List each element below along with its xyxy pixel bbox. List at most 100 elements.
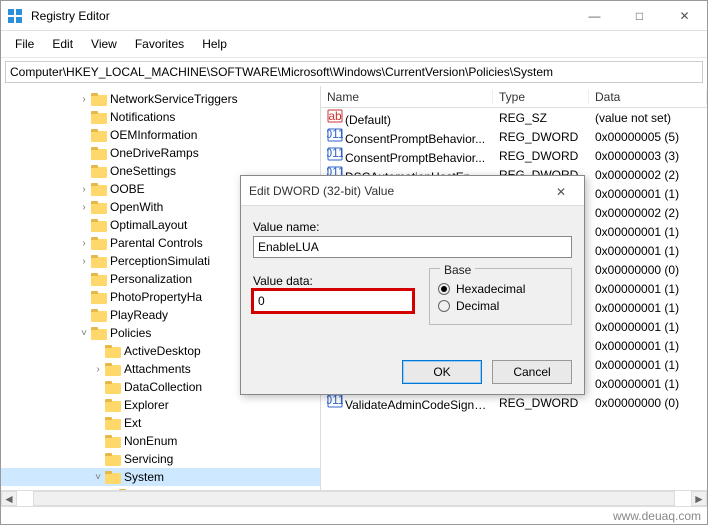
- edit-dword-dialog: Edit DWORD (32-bit) Value ✕ Value name: …: [240, 175, 585, 395]
- tree-item[interactable]: ˅System: [1, 468, 320, 486]
- tree-item[interactable]: Servicing: [1, 450, 320, 468]
- ok-button[interactable]: OK: [402, 360, 482, 384]
- menu-help[interactable]: Help: [194, 35, 235, 53]
- tree-item[interactable]: OneDriveRamps: [1, 144, 320, 162]
- tree-item-label: Servicing: [124, 452, 173, 466]
- value-name-input[interactable]: [253, 236, 572, 258]
- value-data: 0x00000001 (1): [589, 358, 707, 372]
- folder-icon: [91, 309, 107, 322]
- expander-icon[interactable]: ›: [77, 256, 91, 267]
- folder-icon: [91, 165, 107, 178]
- tree-item-label: ActiveDesktop: [124, 344, 201, 358]
- maximize-button[interactable]: □: [617, 1, 662, 31]
- tree-item-label: NetworkServiceTriggers: [110, 92, 238, 106]
- tree-item-label: NonEnum: [124, 434, 177, 448]
- reg-dword-icon: 011: [327, 393, 343, 409]
- value-name: ConsentPromptBehavior...: [345, 132, 485, 146]
- tree-item-label: Policies: [110, 326, 151, 340]
- address-bar[interactable]: Computer\HKEY_LOCAL_MACHINE\SOFTWARE\Mic…: [5, 61, 703, 83]
- close-icon: ✕: [679, 9, 689, 23]
- list-row[interactable]: 011ConsentPromptBehavior...REG_DWORD0x00…: [321, 127, 707, 146]
- h-scrollbar[interactable]: ◄ ►: [1, 490, 707, 506]
- dialog-close-button[interactable]: ✕: [546, 183, 576, 199]
- value-data-label: Value data:: [253, 274, 413, 288]
- tree-item[interactable]: › NetworkServiceTriggers: [1, 90, 320, 108]
- value-data-input[interactable]: [253, 290, 413, 312]
- svg-text:011: 011: [327, 146, 343, 160]
- tree-item[interactable]: Explorer: [1, 396, 320, 414]
- dialog-buttons: OK Cancel: [241, 354, 584, 394]
- minimize-button[interactable]: —: [572, 1, 617, 31]
- tree-item-label: OOBE: [110, 182, 145, 196]
- expander-icon[interactable]: ›: [77, 94, 91, 105]
- folder-icon: [105, 471, 121, 484]
- list-row[interactable]: 011ValidateAdminCodeSigna...REG_DWORD0x0…: [321, 393, 707, 412]
- close-icon: ✕: [556, 185, 566, 199]
- tree-item-label: OpenWith: [110, 200, 163, 214]
- tree-item-label: Explorer: [124, 398, 169, 412]
- value-name: ConsentPromptBehavior...: [345, 151, 485, 165]
- scroll-left-button[interactable]: ◄: [1, 491, 17, 506]
- reg-dword-icon: 011: [327, 127, 343, 143]
- folder-icon: [91, 291, 107, 304]
- folder-icon: [91, 147, 107, 160]
- value-data: 0x00000001 (1): [589, 377, 707, 391]
- radio-dec[interactable]: Decimal: [438, 299, 563, 313]
- value-data: 0x00000002 (2): [589, 168, 707, 182]
- value-data: (value not set): [589, 111, 707, 125]
- scroll-right-button[interactable]: ►: [691, 491, 707, 506]
- cancel-button[interactable]: Cancel: [492, 360, 572, 384]
- tree-item-label: Ext: [124, 416, 141, 430]
- folder-icon: [105, 435, 121, 448]
- close-button[interactable]: ✕: [662, 1, 707, 31]
- expander-icon[interactable]: ›: [77, 184, 91, 195]
- expander-icon[interactable]: ›: [77, 238, 91, 249]
- dialog-title-bar[interactable]: Edit DWORD (32-bit) Value ✕: [241, 176, 584, 206]
- col-type[interactable]: Type: [493, 90, 589, 104]
- folder-icon: [91, 237, 107, 250]
- tree-item-label: Parental Controls: [110, 236, 203, 250]
- list-row[interactable]: ab(Default)REG_SZ(value not set): [321, 108, 707, 127]
- value-name-label: Value name:: [253, 220, 572, 234]
- menu-edit[interactable]: Edit: [44, 35, 81, 53]
- minimize-icon: —: [589, 9, 601, 23]
- expander-icon[interactable]: ˅: [91, 472, 105, 483]
- value-data: 0x00000001 (1): [589, 282, 707, 296]
- folder-icon: [105, 381, 121, 394]
- expander-icon[interactable]: ˅: [77, 328, 91, 339]
- value-data: 0x00000000 (0): [589, 396, 707, 410]
- tree-item-label: OneSettings: [110, 164, 176, 178]
- value-type: REG_DWORD: [493, 396, 589, 410]
- list-row[interactable]: 011ConsentPromptBehavior...REG_DWORD0x00…: [321, 146, 707, 165]
- value-data: 0x00000005 (5): [589, 130, 707, 144]
- scroll-track[interactable]: [33, 491, 675, 506]
- col-name[interactable]: Name: [321, 90, 493, 104]
- menu-file[interactable]: File: [7, 35, 42, 53]
- tree-item[interactable]: Notifications: [1, 108, 320, 126]
- radio-hex[interactable]: Hexadecimal: [438, 282, 563, 296]
- tree-item[interactable]: OEMInformation: [1, 126, 320, 144]
- window-title: Registry Editor: [29, 9, 572, 23]
- folder-icon: [105, 453, 121, 466]
- folder-icon: [105, 363, 121, 376]
- menu-view[interactable]: View: [83, 35, 125, 53]
- reg-dword-icon: 011: [327, 146, 343, 162]
- radio-hex-label: Hexadecimal: [456, 282, 525, 296]
- expander-icon[interactable]: ›: [77, 202, 91, 213]
- value-data: 0x00000001 (1): [589, 187, 707, 201]
- col-data[interactable]: Data: [589, 90, 707, 104]
- tree-item[interactable]: Ext: [1, 414, 320, 432]
- folder-icon: [105, 417, 121, 430]
- value-data: 0x00000003 (3): [589, 149, 707, 163]
- tree-item[interactable]: NonEnum: [1, 432, 320, 450]
- value-data: 0x00000001 (1): [589, 225, 707, 239]
- menu-favorites[interactable]: Favorites: [127, 35, 192, 53]
- folder-icon: [119, 489, 135, 491]
- tree-item-label: PerceptionSimulati: [110, 254, 210, 268]
- radio-dec-label: Decimal: [456, 299, 499, 313]
- folder-icon: [91, 111, 107, 124]
- tree-item-label: DataCollection: [124, 380, 202, 394]
- tree-item-label: PlayReady: [110, 308, 168, 322]
- expander-icon[interactable]: ›: [91, 364, 105, 375]
- value-name: ValidateAdminCodeSigna...: [345, 398, 491, 412]
